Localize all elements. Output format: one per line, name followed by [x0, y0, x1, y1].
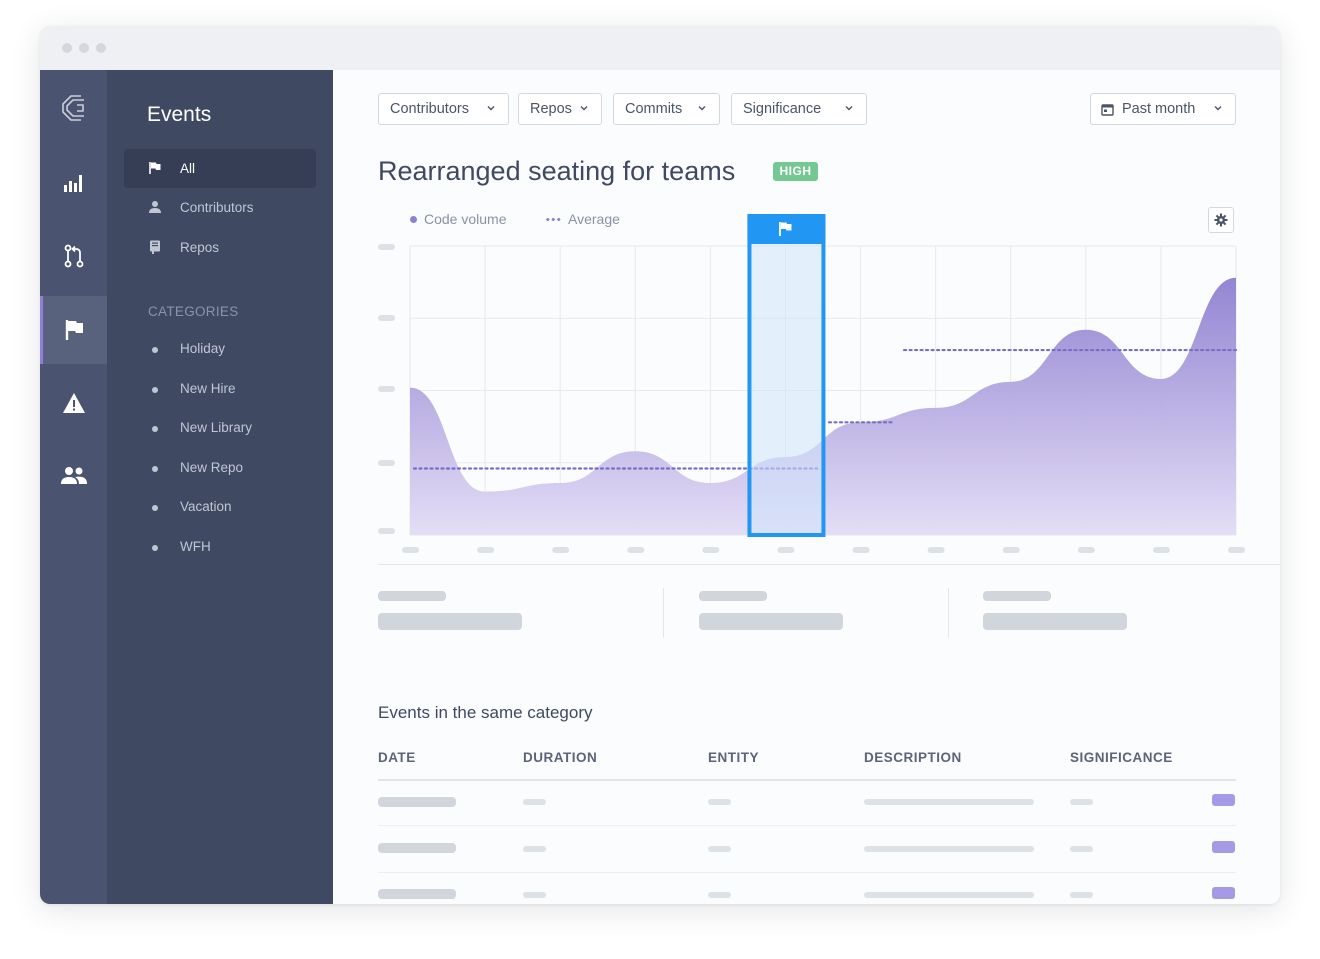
app-window: Events All Contributors Repos CATEGORIES…	[40, 26, 1280, 904]
y-tick-label-placeholder	[378, 528, 395, 534]
y-tick-label-placeholder	[378, 386, 395, 392]
description-placeholder	[864, 892, 1034, 898]
duration-placeholder	[523, 846, 546, 852]
code-volume-chart	[378, 214, 1245, 553]
date-placeholder	[378, 889, 456, 899]
significance-indicator	[1212, 794, 1235, 806]
x-tick-label-placeholder	[1002, 547, 1020, 553]
same-category-events-title: Events in the same category	[378, 703, 593, 722]
date-placeholder	[378, 843, 456, 853]
x-tick-label-placeholder	[1077, 547, 1095, 553]
significance-placeholder	[1070, 892, 1093, 898]
x-tick-label-placeholder	[852, 547, 870, 553]
description-placeholder	[864, 846, 1034, 852]
column-header-date[interactable]: DATE	[378, 750, 416, 765]
x-tick-label-placeholder	[927, 547, 945, 553]
significance-placeholder	[1070, 846, 1093, 852]
entity-placeholder	[708, 799, 731, 805]
summary-value-placeholder	[983, 613, 1127, 630]
summary-label-placeholder	[378, 591, 446, 601]
significance-placeholder	[1070, 799, 1093, 805]
x-tick-label-placeholder	[1152, 547, 1170, 553]
summary-divider	[663, 588, 664, 638]
column-header-duration[interactable]: DURATION	[523, 750, 597, 765]
column-header-entity[interactable]: ENTITY	[708, 750, 759, 765]
entity-placeholder	[708, 846, 731, 852]
x-tick-label-placeholder	[702, 547, 720, 553]
summary-label-placeholder	[699, 591, 767, 601]
summary-value-placeholder	[699, 613, 843, 630]
summary-value-placeholder	[378, 613, 522, 630]
x-tick-label-placeholder	[552, 547, 570, 553]
y-tick-label-placeholder	[378, 460, 395, 466]
y-tick-label-placeholder	[378, 315, 395, 321]
duration-placeholder	[523, 892, 546, 898]
row-divider	[378, 872, 1236, 873]
x-tick-label-placeholder	[402, 547, 419, 553]
highlight-column	[747, 214, 826, 537]
column-header-significance[interactable]: SIGNIFICANCE	[1070, 750, 1173, 765]
summary-label-placeholder	[983, 591, 1051, 601]
significance-indicator	[1212, 841, 1235, 853]
duration-placeholder	[523, 799, 546, 805]
x-tick-label-placeholder	[477, 547, 495, 553]
row-divider	[378, 825, 1236, 826]
chart-divider	[378, 564, 1280, 565]
column-header-description[interactable]: DESCRIPTION	[864, 750, 962, 765]
x-tick-label-placeholder	[1228, 547, 1245, 553]
entity-placeholder	[708, 892, 731, 898]
date-placeholder	[378, 797, 456, 807]
x-tick-label-placeholder	[777, 547, 795, 553]
x-tick-label-placeholder	[627, 547, 645, 553]
table-header-divider	[378, 779, 1236, 781]
y-tick-label-placeholder	[378, 244, 395, 250]
summary-divider	[948, 588, 949, 638]
significance-indicator	[1212, 887, 1235, 899]
description-placeholder	[864, 799, 1034, 805]
